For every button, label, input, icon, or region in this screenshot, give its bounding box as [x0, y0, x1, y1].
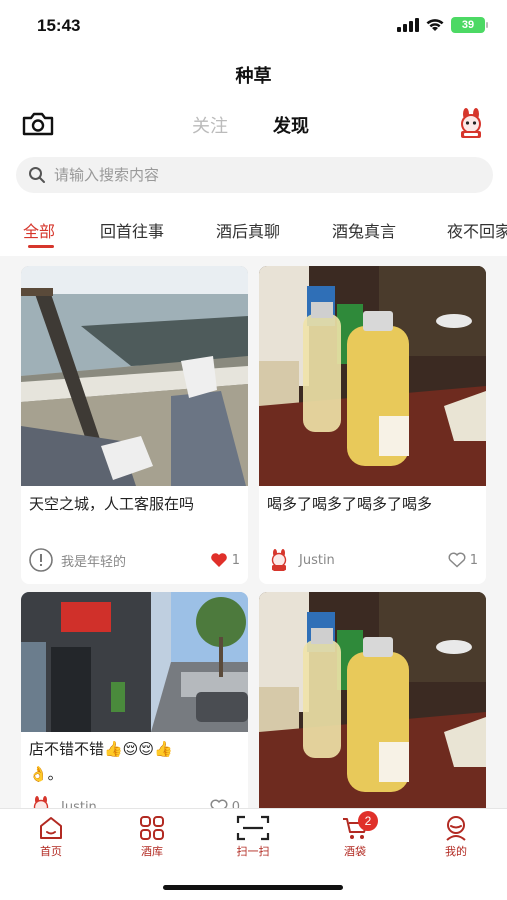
like-count: 1 [469, 552, 478, 568]
post-title: 天空之城，人工客服在吗 [29, 495, 195, 513]
avatar [33, 796, 49, 808]
search-bar[interactable] [16, 157, 493, 193]
grid-icon [140, 816, 164, 840]
status-bar: 15:43 39 [0, 0, 507, 50]
profile-icon [446, 816, 466, 841]
category-tab-rabbit-truth[interactable]: 酒兔真言 [332, 218, 396, 242]
post-card[interactable]: 喝多了喝多了喝多了喝多 Justin 1 [259, 266, 486, 584]
post-card[interactable]: 天空之城，人工客服在吗 我是年轻的 1 [21, 266, 248, 584]
mascot-button[interactable] [455, 108, 487, 140]
post-title-line-2: 👌。 [29, 765, 63, 783]
post-meta: 我是年轻的 1 [29, 547, 240, 573]
search-input[interactable] [54, 166, 474, 184]
post-image [259, 266, 486, 486]
avatar [271, 549, 287, 571]
search-icon [29, 167, 45, 183]
battery-indicator: 39 [451, 17, 488, 33]
post-image [21, 266, 248, 486]
tab-label: 酒袋 [344, 845, 366, 858]
tab-cellar[interactable]: 酒库 [117, 815, 187, 859]
tab-scan[interactable]: 扫一扫 [218, 815, 288, 859]
tab-label: 酒库 [141, 845, 163, 858]
cart-badge: 2 [358, 811, 378, 831]
like-button[interactable]: 1 [448, 552, 478, 568]
status-icons: 39 [397, 17, 488, 33]
category-tab-night-out[interactable]: 夜不回家 [447, 218, 507, 242]
tab-profile[interactable]: 我的 [421, 815, 491, 859]
status-time: 15:43 [37, 16, 81, 35]
post-author: 我是年轻的 [61, 554, 127, 570]
scan-icon [236, 815, 270, 841]
bottom-tab-bar: 首页 酒库 扫一扫 2 酒袋 我的 [0, 808, 507, 866]
tab-cart[interactable]: 2 酒袋 [320, 811, 390, 859]
page-title: 种草 [235, 66, 272, 87]
heart-outline-icon [210, 799, 228, 808]
home-indicator [163, 885, 343, 890]
camera-icon [22, 112, 54, 136]
heart-outline-icon [448, 552, 466, 568]
category-tab-memories[interactable]: 回首往事 [100, 218, 164, 242]
category-tab-all[interactable]: 全部 [23, 218, 55, 242]
tab-follow[interactable]: 关注 [192, 112, 228, 138]
category-tabs: 全部 回首往事 酒后真聊 酒兔真言 夜不回家 [0, 212, 507, 252]
post-feed: 天空之城，人工客服在吗 我是年轻的 1 喝多了喝多了喝多了喝多 Justin 1… [0, 256, 507, 808]
post-title: 喝多了喝多了喝多了喝多 [267, 495, 433, 513]
tab-discover[interactable]: 发现 [273, 112, 309, 138]
tab-label: 首页 [40, 845, 62, 858]
post-image [259, 592, 486, 808]
post-author: Justin [61, 799, 97, 809]
post-meta: Justin 0 [29, 794, 240, 808]
tab-home[interactable]: 首页 [16, 815, 86, 859]
post-image [21, 592, 248, 732]
battery-level: 39 [461, 19, 475, 31]
post-author: Justin [299, 552, 335, 568]
like-count: 1 [231, 552, 240, 568]
header-row: 关注 发现 [0, 106, 507, 142]
post-meta: Justin 1 [267, 547, 478, 573]
signal-icon [397, 18, 419, 32]
home-icon [40, 817, 62, 839]
like-button[interactable]: 1 [210, 552, 240, 568]
post-card[interactable] [259, 592, 486, 808]
tab-label: 我的 [445, 845, 467, 858]
avatar [29, 548, 53, 572]
rabbit-mascot-icon [461, 108, 481, 138]
category-tab-drunk-talk[interactable]: 酒后真聊 [216, 218, 280, 242]
post-card[interactable]: 店不错不错👍😌😌👍 👌。 Justin 0 [21, 592, 248, 808]
active-tab-indicator [28, 245, 54, 248]
like-count: 0 [231, 799, 240, 809]
wifi-icon [426, 19, 444, 31]
camera-button[interactable] [21, 111, 55, 137]
heart-filled-icon [210, 553, 227, 567]
like-button[interactable]: 0 [210, 799, 240, 808]
post-title: 店不错不错👍😌😌👍 [29, 740, 173, 758]
tab-label: 扫一扫 [236, 845, 270, 858]
